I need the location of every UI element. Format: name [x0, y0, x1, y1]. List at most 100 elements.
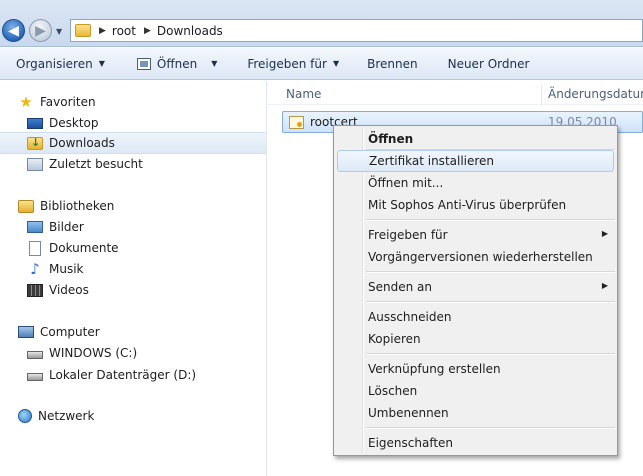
nav-drive-c-label: WINDOWS (C:)	[49, 346, 138, 360]
chevron-right-icon[interactable]: ▶	[144, 26, 151, 36]
recent-places-icon	[27, 157, 43, 171]
menu-item-delete[interactable]: Löschen	[337, 380, 614, 402]
nav-music-label: Musik	[49, 262, 84, 276]
nav-libraries[interactable]: Bibliotheken	[0, 195, 266, 217]
burn-label: Brennen	[367, 56, 418, 71]
menu-item-open[interactable]: Öffnen	[337, 128, 614, 150]
menu-item-delete-label: Löschen	[368, 384, 418, 398]
menu-item-sophos-scan-label: Mit Sophos Anti-Virus überprüfen	[368, 198, 567, 212]
computer-icon	[18, 326, 34, 338]
menu-item-cut[interactable]: Ausschneiden	[337, 306, 614, 328]
libraries-icon	[18, 199, 34, 213]
nav-computer-label: Computer	[40, 325, 100, 339]
breadcrumb[interactable]: ▶ root ▶ Downloads	[70, 19, 643, 42]
menu-item-rename[interactable]: Umbenennen	[337, 402, 614, 424]
nav-favorites-label: Favoriten	[40, 95, 96, 109]
nav-drive-d[interactable]: Lokaler Datenträger (D:)	[0, 364, 266, 386]
menu-item-copy-label: Kopieren	[368, 332, 421, 346]
menu-separator	[366, 271, 615, 273]
address-bar: ◀ ▶ ▼ ▶ root ▶ Downloads	[0, 0, 643, 47]
burn-button[interactable]: Brennen	[359, 52, 425, 76]
nav-favorites[interactable]: ★ Favoriten	[0, 91, 266, 113]
menu-item-restore-versions[interactable]: Vorgängerversionen wiederherstellen	[337, 246, 614, 268]
desktop-icon	[27, 117, 43, 129]
windows-drive-icon	[27, 351, 43, 359]
nav-documents-label: Dokumente	[49, 241, 119, 255]
menu-item-send-to-label: Senden an	[368, 280, 432, 294]
nav-network[interactable]: Netzwerk	[0, 405, 266, 427]
document-icon	[29, 240, 41, 256]
chevron-down-icon: ▼	[211, 59, 218, 68]
chevron-down-icon: ▼	[332, 59, 340, 68]
command-bar: Organisieren ▼ Öffnen ▼ Freigeben für ▼ …	[0, 48, 643, 80]
menu-item-open-label: Öffnen	[368, 132, 414, 146]
nav-recent[interactable]: Zuletzt besucht	[0, 153, 266, 175]
menu-separator	[366, 427, 615, 429]
nav-downloads-label: Downloads	[49, 136, 115, 150]
nav-recent-label: Zuletzt besucht	[49, 157, 143, 171]
menu-item-restore-versions-label: Vorgängerversionen wiederherstellen	[368, 250, 593, 264]
column-header-date[interactable]: Änderungsdatum	[548, 87, 643, 101]
organize-button[interactable]: Organisieren ▼	[8, 52, 113, 76]
nav-pictures-label: Bilder	[49, 220, 84, 234]
submenu-arrow-icon: ▶	[601, 281, 608, 290]
downloads-folder-icon	[27, 136, 43, 150]
menu-separator	[366, 301, 615, 303]
menu-separator	[366, 219, 615, 221]
breadcrumb-root[interactable]: root	[112, 24, 136, 38]
menu-item-install-certificate[interactable]: Zertifikat installieren	[337, 150, 614, 172]
breadcrumb-downloads[interactable]: Downloads	[157, 24, 223, 38]
star-icon: ★	[19, 93, 33, 111]
share-button[interactable]: Freigeben für ▼	[239, 52, 347, 76]
hard-drive-icon	[27, 373, 43, 381]
menu-item-properties[interactable]: Eigenschaften	[337, 432, 614, 454]
history-dropdown-icon[interactable]: ▼	[56, 27, 65, 36]
navigation-pane: ★ Favoriten Desktop Downloads Zuletzt be…	[0, 81, 267, 476]
menu-item-properties-label: Eigenschaften	[368, 436, 454, 450]
nav-downloads[interactable]: Downloads	[0, 132, 266, 154]
menu-item-rename-label: Umbenennen	[368, 406, 449, 420]
menu-item-install-certificate-label: Zertifikat installieren	[369, 154, 495, 168]
menu-item-create-shortcut[interactable]: Verknüpfung erstellen	[337, 358, 614, 380]
back-button[interactable]: ◀	[2, 19, 25, 42]
nav-videos-label: Videos	[49, 283, 89, 297]
column-divider[interactable]	[541, 86, 542, 106]
folder-icon	[75, 24, 91, 37]
menu-item-share[interactable]: Freigeben für ▶	[337, 224, 614, 246]
nav-network-label: Netzwerk	[38, 409, 95, 423]
film-strip-icon	[27, 283, 43, 297]
music-note-icon: ♪	[30, 260, 40, 278]
menu-item-open-with[interactable]: Öffnen mit...	[337, 172, 614, 194]
pictures-icon	[27, 221, 43, 233]
certificate-icon	[289, 116, 304, 129]
open-label: Öffnen	[156, 56, 198, 71]
nav-desktop[interactable]: Desktop	[0, 112, 266, 134]
menu-item-share-label: Freigeben für	[368, 228, 448, 242]
new-folder-button[interactable]: Neuer Ordner	[440, 52, 538, 76]
column-header-name[interactable]: Name	[286, 87, 321, 101]
nav-music[interactable]: ♪ Musik	[0, 258, 266, 280]
menu-item-copy[interactable]: Kopieren	[337, 328, 614, 350]
submenu-arrow-icon: ▶	[601, 229, 608, 238]
open-button[interactable]: Öffnen ▼	[129, 52, 225, 76]
menu-item-create-shortcut-label: Verknüpfung erstellen	[368, 362, 501, 376]
menu-item-cut-label: Ausschneiden	[368, 310, 452, 324]
network-icon	[18, 409, 32, 423]
share-label: Freigeben für	[247, 56, 327, 71]
menu-item-sophos-scan[interactable]: Mit Sophos Anti-Virus überprüfen	[337, 194, 614, 216]
header-divider	[268, 104, 643, 105]
nav-computer[interactable]: Computer	[0, 321, 266, 343]
forward-button[interactable]: ▶	[29, 19, 52, 42]
nav-drive-c[interactable]: WINDOWS (C:)	[0, 342, 266, 364]
chevron-down-icon: ▼	[98, 59, 105, 68]
nav-pictures[interactable]: Bilder	[0, 216, 266, 238]
chevron-right-icon[interactable]: ▶	[99, 26, 106, 36]
nav-videos[interactable]: Videos	[0, 279, 266, 301]
organize-label: Organisieren	[16, 56, 93, 71]
nav-libraries-label: Bibliotheken	[40, 199, 115, 213]
nav-documents[interactable]: Dokumente	[0, 237, 266, 259]
menu-item-open-with-label: Öffnen mit...	[368, 176, 444, 190]
context-menu: Öffnen Zertifikat installieren Öffnen mi…	[333, 125, 618, 456]
back-arrow-icon: ◀	[8, 22, 19, 39]
menu-item-send-to[interactable]: Senden an ▶	[337, 276, 614, 298]
